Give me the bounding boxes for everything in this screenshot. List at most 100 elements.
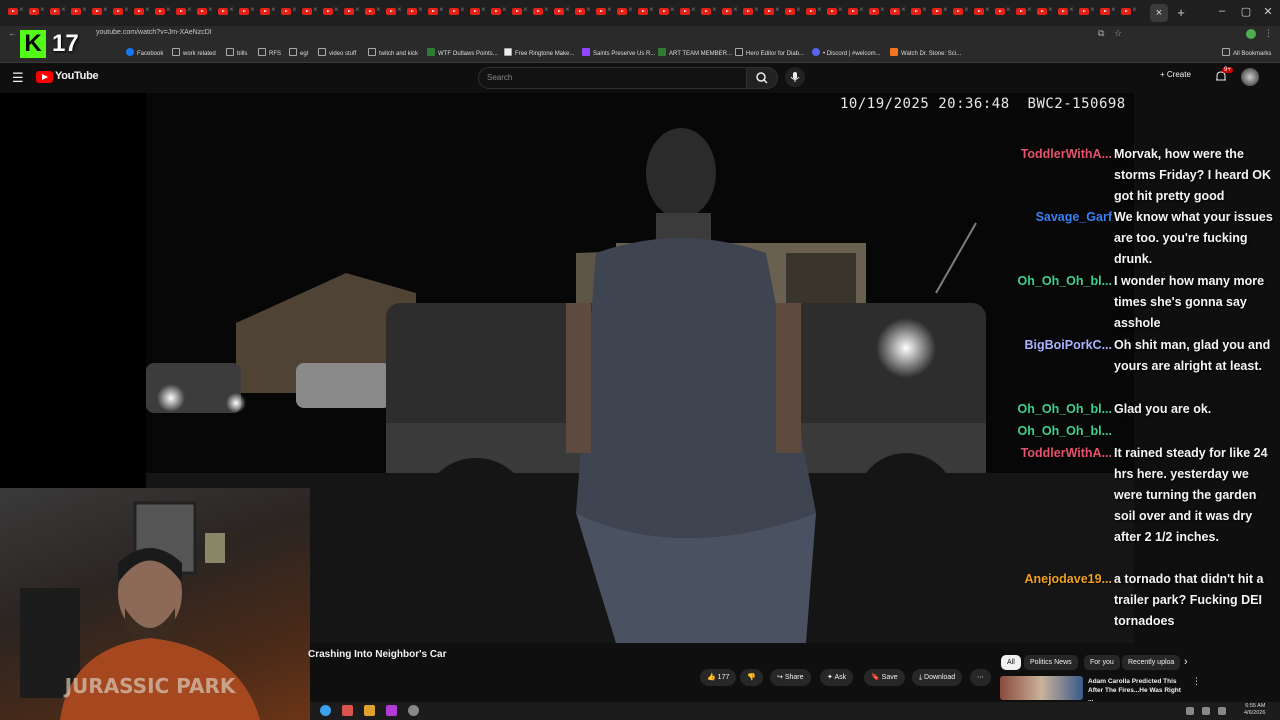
browser-tab[interactable]: × (718, 5, 738, 19)
chip-all[interactable]: All (1001, 655, 1021, 670)
bookmark-item[interactable]: RFS (258, 48, 281, 57)
active-tab-close-button[interactable]: × (1150, 4, 1168, 22)
app-icon[interactable] (342, 705, 353, 716)
close-tab-icon[interactable]: × (334, 5, 339, 14)
close-tab-icon[interactable]: × (754, 5, 759, 14)
close-tab-icon[interactable]: × (565, 5, 570, 14)
browser-tab[interactable]: × (1033, 5, 1053, 19)
search-input[interactable]: Search (478, 67, 748, 89)
close-tab-icon[interactable]: × (439, 5, 444, 14)
close-tab-icon[interactable]: × (943, 5, 948, 14)
volume-icon[interactable] (1218, 707, 1226, 715)
browser-tab[interactable]: × (739, 5, 759, 19)
like-button[interactable]: 👍 177 (700, 669, 737, 686)
browser-tab[interactable]: × (886, 5, 906, 19)
browser-tab[interactable]: × (529, 5, 549, 19)
browser-tab[interactable]: × (865, 5, 885, 19)
bookmark-item[interactable]: Free Ringtone Make... (504, 48, 574, 57)
network-icon[interactable] (1202, 707, 1210, 715)
bookmark-item[interactable]: egl (289, 48, 308, 57)
browser-tab[interactable]: × (319, 5, 339, 19)
browser-tab[interactable]: × (802, 5, 822, 19)
chip-for-you[interactable]: For you (1084, 655, 1120, 670)
close-tab-icon[interactable]: × (229, 5, 234, 14)
close-tab-icon[interactable]: × (313, 5, 318, 14)
browser-tab[interactable]: × (445, 5, 465, 19)
close-tab-icon[interactable]: × (481, 5, 486, 14)
close-tab-icon[interactable]: × (523, 5, 528, 14)
bookmark-item[interactable]: ART TEAM MEMBER... (658, 48, 732, 57)
browser-tab[interactable]: × (970, 5, 990, 19)
bookmark-item[interactable]: twitch and kick (368, 48, 418, 57)
browser-tab[interactable]: × (907, 5, 927, 19)
recommended-thumbnail[interactable] (1000, 676, 1083, 700)
close-tab-icon[interactable]: × (838, 5, 843, 14)
browser-tab[interactable]: × (361, 5, 381, 19)
browser-tab[interactable]: × (1012, 5, 1032, 19)
browser-tab[interactable]: × (655, 5, 675, 19)
close-tab-icon[interactable]: × (670, 5, 675, 14)
minimize-button[interactable]: – (1212, 5, 1232, 17)
browser-tab[interactable]: × (550, 5, 570, 19)
close-tab-icon[interactable]: × (103, 5, 108, 14)
create-button[interactable]: + Create (1160, 70, 1191, 79)
close-tab-icon[interactable]: × (376, 5, 381, 14)
bookmark-item[interactable]: bills (226, 48, 247, 57)
system-clock[interactable]: 6:55 AM 4/6/2026 (1244, 703, 1265, 717)
close-tab-icon[interactable]: × (124, 5, 129, 14)
close-tab-icon[interactable]: × (586, 5, 591, 14)
browser-tab[interactable]: × (130, 5, 150, 19)
browser-tab[interactable]: × (151, 5, 171, 19)
recommended-title[interactable]: Adam Carolla Predicted This After The Fi… (1088, 677, 1188, 704)
close-tab-icon[interactable]: × (82, 5, 87, 14)
close-tab-icon[interactable]: × (1090, 5, 1095, 14)
close-tab-icon[interactable]: × (1132, 5, 1137, 14)
browser-tab[interactable]: × (235, 5, 255, 19)
close-tab-icon[interactable]: × (166, 5, 171, 14)
close-tab-icon[interactable]: × (292, 5, 297, 14)
close-tab-icon[interactable]: × (628, 5, 633, 14)
close-tab-icon[interactable]: × (733, 5, 738, 14)
all-bookmarks-button[interactable]: All Bookmarks (1222, 48, 1271, 57)
close-tab-icon[interactable]: × (19, 5, 24, 14)
download-button[interactable]: ⤓ Download (912, 669, 963, 686)
close-tab-icon[interactable]: × (712, 5, 717, 14)
browser-tab[interactable]: × (25, 5, 45, 19)
browser-tab[interactable]: × (46, 5, 66, 19)
close-tab-icon[interactable]: × (922, 5, 927, 14)
close-tab-icon[interactable]: × (1006, 5, 1011, 14)
browser-tab[interactable]: × (592, 5, 612, 19)
browser-tab[interactable]: × (403, 5, 423, 19)
close-tab-icon[interactable]: × (1069, 5, 1074, 14)
close-tab-icon[interactable]: × (964, 5, 969, 14)
bookmark-item[interactable]: Watch Dr. Stone: Sci... (890, 48, 961, 57)
more-actions-button[interactable]: ⋯ (970, 669, 991, 686)
browser-tab[interactable]: × (340, 5, 360, 19)
close-tab-icon[interactable]: × (460, 5, 465, 14)
address-bar[interactable]: ← youtube.com/watch?v=Jm-XAeNzcDI ⧉ ☆ ⋮ (0, 26, 1280, 44)
url-text[interactable]: youtube.com/watch?v=Jm-XAeNzcDI (96, 29, 212, 36)
settings-icon[interactable] (408, 705, 419, 716)
close-tab-icon[interactable]: × (775, 5, 780, 14)
new-tab-button[interactable]: + (1172, 4, 1190, 22)
star-icon[interactable]: ☆ (1114, 28, 1122, 39)
close-tab-icon[interactable]: × (649, 5, 654, 14)
browser-tab[interactable]: × (1117, 5, 1137, 19)
close-tab-icon[interactable]: × (859, 5, 864, 14)
close-tab-icon[interactable]: × (61, 5, 66, 14)
browser-tab[interactable]: × (1075, 5, 1095, 19)
hamburger-menu-icon[interactable]: ☰ (12, 70, 24, 86)
close-tab-icon[interactable]: × (208, 5, 213, 14)
close-tab-icon[interactable]: × (901, 5, 906, 14)
install-icon[interactable]: ⧉ (1098, 28, 1104, 39)
close-tab-icon[interactable]: × (1048, 5, 1053, 14)
browser-tab[interactable]: × (298, 5, 318, 19)
browser-tab[interactable]: × (487, 5, 507, 19)
browser-tab[interactable]: × (424, 5, 444, 19)
browser-tab[interactable]: × (256, 5, 276, 19)
browser-tab[interactable]: × (109, 5, 129, 19)
bookmark-item[interactable]: WTF Outlaws Points... (427, 48, 498, 57)
browser-tab[interactable]: × (676, 5, 696, 19)
close-tab-icon[interactable]: × (544, 5, 549, 14)
close-tab-icon[interactable]: × (502, 5, 507, 14)
